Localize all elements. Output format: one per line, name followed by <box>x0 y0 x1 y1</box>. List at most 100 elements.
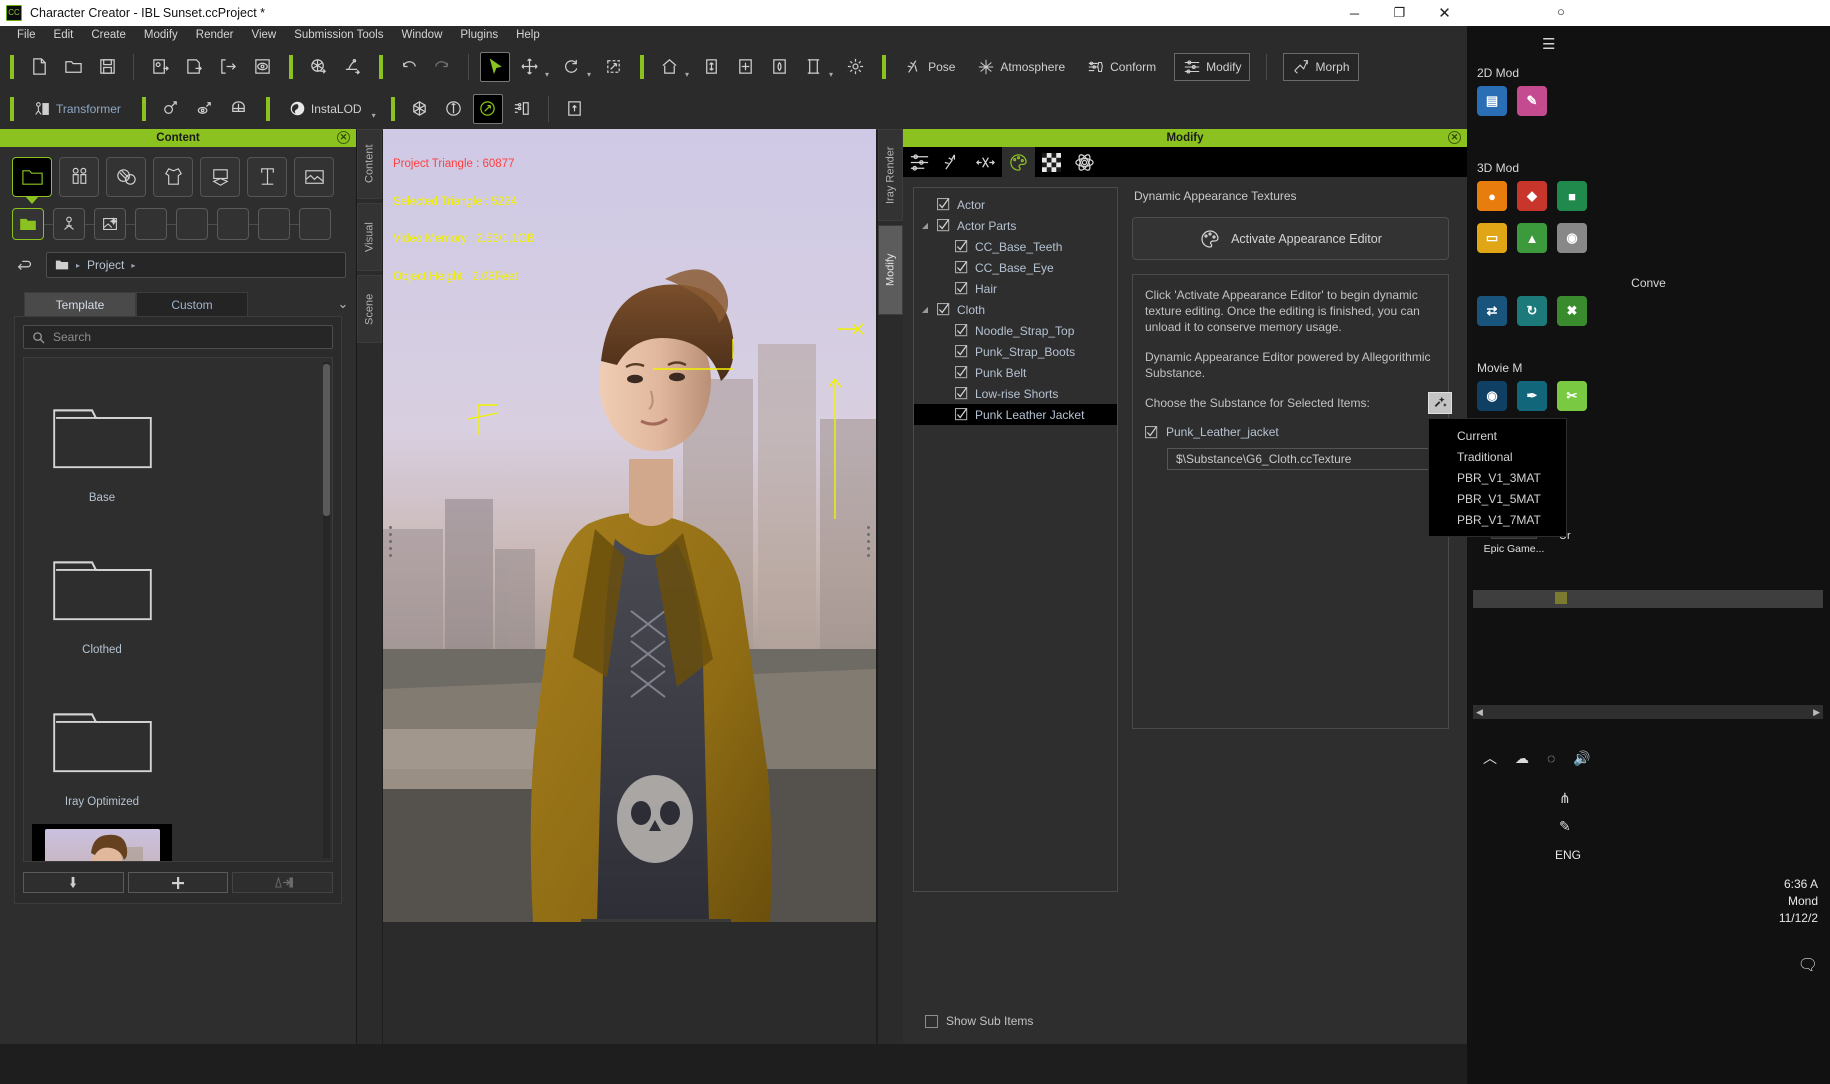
converter-blue-icon[interactable]: ⇄ <box>1477 296 1507 326</box>
head-mesh-icon[interactable] <box>224 94 254 124</box>
maximize-button[interactable]: ❐ <box>1377 0 1422 26</box>
folder-yellow-icon[interactable]: ▭ <box>1477 223 1507 253</box>
select-tool-icon[interactable] <box>480 51 510 82</box>
category-button-scene[interactable] <box>294 157 334 197</box>
tree-item-checkbox[interactable] <box>955 387 968 400</box>
viewport-handle-left[interactable] <box>389 525 392 560</box>
import-motion-icon[interactable] <box>337 52 367 82</box>
tab-pose-offset[interactable] <box>936 147 969 177</box>
open-folder-icon[interactable] <box>58 52 88 82</box>
vertical-tab-modify[interactable]: Modify <box>878 225 903 315</box>
category-button-avatar[interactable] <box>59 157 99 197</box>
tree-item[interactable]: ◢ Cloth <box>914 299 1117 320</box>
uv-icon[interactable] <box>507 94 537 124</box>
dropdown-item-pbr_v1_7mat[interactable]: PBR_V1_7MAT <box>1429 509 1566 530</box>
menu-item-render[interactable]: Render <box>187 26 243 45</box>
frame-view-icon[interactable] <box>798 52 828 82</box>
app-pink-icon[interactable]: ✎ <box>1517 86 1547 116</box>
desktop-horizontal-scrollbar[interactable]: ◀ ▶ <box>1473 705 1823 719</box>
tree-item-checkbox[interactable] <box>937 198 950 211</box>
mesh-icon[interactable] <box>405 94 435 124</box>
facial-eye-icon[interactable] <box>190 94 220 124</box>
chevron-down-icon[interactable]: ▾ <box>372 111 376 129</box>
light-icon[interactable] <box>840 52 870 82</box>
daz-icon[interactable]: ■ <box>1557 181 1587 211</box>
pose-button[interactable]: Pose <box>901 54 959 80</box>
chevron-down-icon[interactable]: ▾ <box>829 70 833 88</box>
move-view-icon[interactable] <box>730 52 760 82</box>
import-character-icon[interactable] <box>145 52 175 82</box>
volume-icon[interactable]: 🔊 <box>1573 750 1590 767</box>
tree-item[interactable]: Punk_Strap_Boots <box>914 341 1117 362</box>
dropdown-item-traditional[interactable]: Traditional <box>1429 446 1566 467</box>
menu-item-window[interactable]: Window <box>392 26 451 45</box>
category-button-prop[interactable] <box>200 157 240 197</box>
tree-item-checkbox[interactable] <box>955 261 968 274</box>
conform-button[interactable]: Conform <box>1083 54 1160 80</box>
tab-physics[interactable] <box>1068 147 1101 177</box>
tree-item[interactable]: Punk Leather Jacket <box>914 404 1117 425</box>
subcategory-button-5[interactable] <box>176 208 208 240</box>
capture-icon[interactable]: ✂ <box>1557 381 1587 411</box>
editor-icon[interactable]: ✒ <box>1517 381 1547 411</box>
move-tool-icon[interactable] <box>514 52 544 82</box>
tree-item[interactable]: ◢ Actor Parts <box>914 215 1117 236</box>
show-sub-items-row[interactable]: Show Sub Items <box>925 1014 1033 1028</box>
substance-item-row[interactable]: Punk_Leather_jacket <box>1145 425 1436 439</box>
chevron-down-icon[interactable]: ▾ <box>685 70 689 88</box>
menu-item-submission-tools[interactable]: Submission Tools <box>285 26 392 45</box>
dropdown-item-pbr_v1_3mat[interactable]: PBR_V1_3MAT <box>1429 467 1566 488</box>
category-button-cloth[interactable] <box>153 157 193 197</box>
close-icon[interactable]: ✕ <box>337 131 350 144</box>
category-button-motion[interactable] <box>247 157 287 197</box>
activate-appearance-editor-button[interactable]: Activate Appearance Editor <box>1132 217 1449 260</box>
substance-path-field[interactable]: $\Substance\G6_Cloth.ccTexture <box>1167 448 1436 470</box>
breadcrumb[interactable]: ▸ Project ▸ <box>46 252 346 278</box>
tree-item-checkbox[interactable] <box>955 282 968 295</box>
3d-layer-icon[interactable] <box>560 94 590 124</box>
cloud-icon[interactable]: ☁ <box>1515 750 1529 767</box>
dropdown-item-pbr_v1_5mat[interactable]: PBR_V1_5MAT <box>1429 488 1566 509</box>
appearance-editor-icon[interactable] <box>472 93 503 124</box>
tab-appearance-editor[interactable] <box>1002 147 1035 177</box>
tree-item[interactable]: Noodle_Strap_Top <box>914 320 1117 341</box>
content-item[interactable]: Base <box>32 368 172 508</box>
tree-item[interactable]: CC_Base_Eye <box>914 257 1117 278</box>
atmosphere-button[interactable]: Atmosphere <box>973 54 1069 80</box>
language-indicator[interactable]: ENG <box>1555 848 1581 862</box>
new-file-icon[interactable] <box>24 52 54 82</box>
facial-profile-icon[interactable] <box>156 94 186 124</box>
edit-icon[interactable]: ✎ <box>1559 818 1571 835</box>
tree-expand-icon[interactable]: ◢ <box>920 221 930 230</box>
viewport[interactable]: Project Triangle : 60877 Selected Triang… <box>383 129 876 922</box>
subcategory-button-hair[interactable] <box>53 208 85 240</box>
app-blue-icon[interactable]: ▤ <box>1477 86 1507 116</box>
category-button-material[interactable] <box>106 157 146 197</box>
share-icon[interactable]: ⋔ <box>1559 790 1571 807</box>
grid-scrollbar-thumb[interactable] <box>323 364 330 516</box>
import-object-icon[interactable] <box>303 52 333 82</box>
menu-item-plugins[interactable]: Plugins <box>451 26 507 45</box>
content-item[interactable]: Clothed <box>32 520 172 660</box>
player-icon[interactable]: ◉ <box>1477 381 1507 411</box>
scale-tool-icon[interactable] <box>598 52 628 82</box>
options-chevron-icon[interactable]: ⌄ <box>330 292 356 316</box>
show-sub-items-checkbox[interactable] <box>925 1014 938 1028</box>
tab-checker-texture[interactable] <box>1035 147 1068 177</box>
chevron-up-icon[interactable]: ︿ <box>1483 748 1497 768</box>
background-window-control[interactable]: ○ <box>1557 4 1565 19</box>
substance-item-checkbox[interactable] <box>1145 425 1158 439</box>
qgis-icon[interactable]: ▲ <box>1517 223 1547 253</box>
minimize-button[interactable]: ─ <box>1332 0 1377 26</box>
morph-button[interactable]: Morph <box>1283 52 1359 81</box>
converter-teal-icon[interactable]: ↻ <box>1517 296 1547 326</box>
preview-icon[interactable] <box>247 52 277 82</box>
instalod-button[interactable]: InstaLOD <box>285 96 366 121</box>
category-button-folder[interactable] <box>12 157 52 197</box>
home-view-icon[interactable] <box>654 52 684 82</box>
chevron-down-icon[interactable]: ▾ <box>587 70 591 88</box>
menu-item-help[interactable]: Help <box>507 26 549 45</box>
rotate-tool-icon[interactable] <box>556 52 586 82</box>
vertical-tab-scene[interactable]: Scene <box>357 275 382 343</box>
vertical-tab-iray-render[interactable]: Iray Render <box>878 129 903 221</box>
